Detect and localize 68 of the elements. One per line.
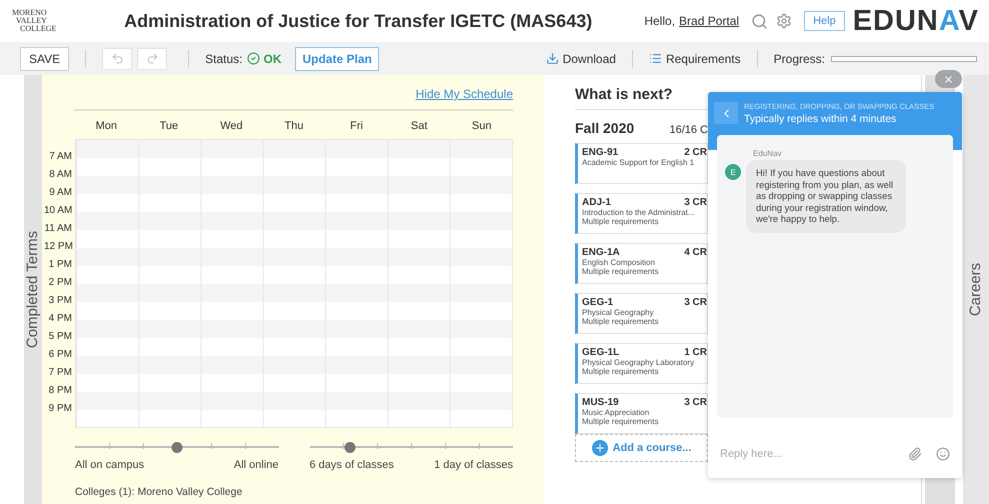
undo-icon	[110, 52, 124, 65]
day-header: Tue	[158, 120, 180, 132]
user-link[interactable]: Brad Portal	[679, 14, 740, 28]
slider-min-label: All on campus	[75, 459, 144, 471]
time-label: 1 PM	[48, 258, 73, 272]
chat-message: Hi! If you have questions about registering from you plan, as well as dropping or swapping classes during your registration window, we're happy to help.	[746, 160, 906, 232]
sender-name: EduNav	[753, 149, 782, 158]
time-label: 8 PM	[48, 384, 73, 398]
brand-logo: EDUNAV	[852, 4, 979, 38]
day-header: Wed	[219, 120, 244, 132]
slider-max-label: 1 day of classes	[434, 459, 513, 471]
slider-max-label: All online	[234, 459, 278, 471]
requirements-button[interactable]: Requirements	[648, 52, 741, 66]
avatar: E	[725, 164, 741, 180]
search-icon[interactable]	[751, 12, 768, 30]
term-credits: 16/16 C	[669, 124, 708, 136]
course-card[interactable]: ENG-1A 4 CR English Composition Multiple requirements	[575, 243, 708, 284]
time-label: 4 PM	[48, 312, 73, 326]
close-icon	[943, 74, 954, 84]
college-logo: MORENO VALLEY COLLEGE	[12, 9, 58, 33]
status-label: Status:	[205, 52, 242, 66]
chat-subtitle: Typically replies within 4 minutes	[744, 113, 898, 125]
status-value: OK	[263, 52, 282, 66]
download-icon	[546, 52, 559, 65]
day-header: Thu	[284, 120, 304, 132]
slider-thumb[interactable]	[344, 442, 356, 453]
time-label: 12 PM	[44, 240, 74, 254]
smiley-icon[interactable]	[936, 447, 950, 461]
slider-min-label: 6 days of classes	[310, 459, 394, 471]
greeting-text: Hello,	[644, 14, 676, 28]
save-button[interactable]: SAVE	[20, 46, 70, 70]
slider-thumb[interactable]	[171, 442, 182, 453]
course-card[interactable]: GEG-1L 1 CR Physical Geography Laboratory Multiple requirements	[575, 343, 708, 384]
time-label: 6 PM	[48, 348, 73, 362]
plan-title: Administration of Justice for Transfer IGETC (MAS643)	[123, 10, 594, 32]
progress-label: Progress:	[774, 52, 825, 66]
term-title: Fall 2020	[575, 120, 634, 136]
course-card[interactable]: ENG-91 2 CR Academic Support for English 1	[575, 143, 708, 184]
day-header: Sun	[470, 120, 492, 132]
time-label: 7 PM	[48, 366, 73, 380]
time-label: 5 PM	[48, 330, 73, 344]
completed-terms-tab[interactable]: Completed Terms	[24, 75, 42, 504]
careers-tab[interactable]: Careers	[963, 75, 989, 504]
day-header: Mon	[94, 120, 118, 132]
day-header: Fri	[349, 120, 364, 132]
course-card[interactable]: MUS-19 3 CR Music Appreciation Multiple requirements	[575, 393, 708, 434]
time-label: 9 AM	[48, 186, 73, 200]
time-label: 3 PM	[48, 294, 73, 308]
time-label: 8 AM	[48, 168, 73, 182]
list-icon	[648, 52, 662, 65]
colleges-text: Colleges (1): Moreno Valley College	[75, 486, 244, 498]
settings-icon[interactable]	[776, 13, 792, 29]
preference-slider[interactable]	[75, 442, 278, 452]
time-label: 2 PM	[48, 276, 73, 290]
preference-slider[interactable]	[310, 442, 513, 452]
download-button[interactable]: Download	[546, 52, 616, 66]
time-label: 9 PM	[48, 402, 73, 416]
paperclip-icon[interactable]	[908, 447, 922, 461]
redo-icon	[146, 52, 159, 65]
course-card[interactable]: GEG-1 3 CR Physical Geography Multiple requirements	[575, 293, 708, 334]
time-label: 7 AM	[48, 150, 73, 164]
reply-field[interactable]: Reply here...	[718, 447, 894, 461]
plus-icon	[592, 440, 608, 456]
day-header: Sat	[410, 120, 428, 132]
course-card[interactable]: ADJ-1 3 CR Introduction to the Administrat... Multiple requirements	[575, 193, 708, 234]
time-label: 10 AM	[44, 204, 74, 218]
time-label: 11 AM	[44, 222, 73, 236]
check-icon	[247, 52, 260, 65]
